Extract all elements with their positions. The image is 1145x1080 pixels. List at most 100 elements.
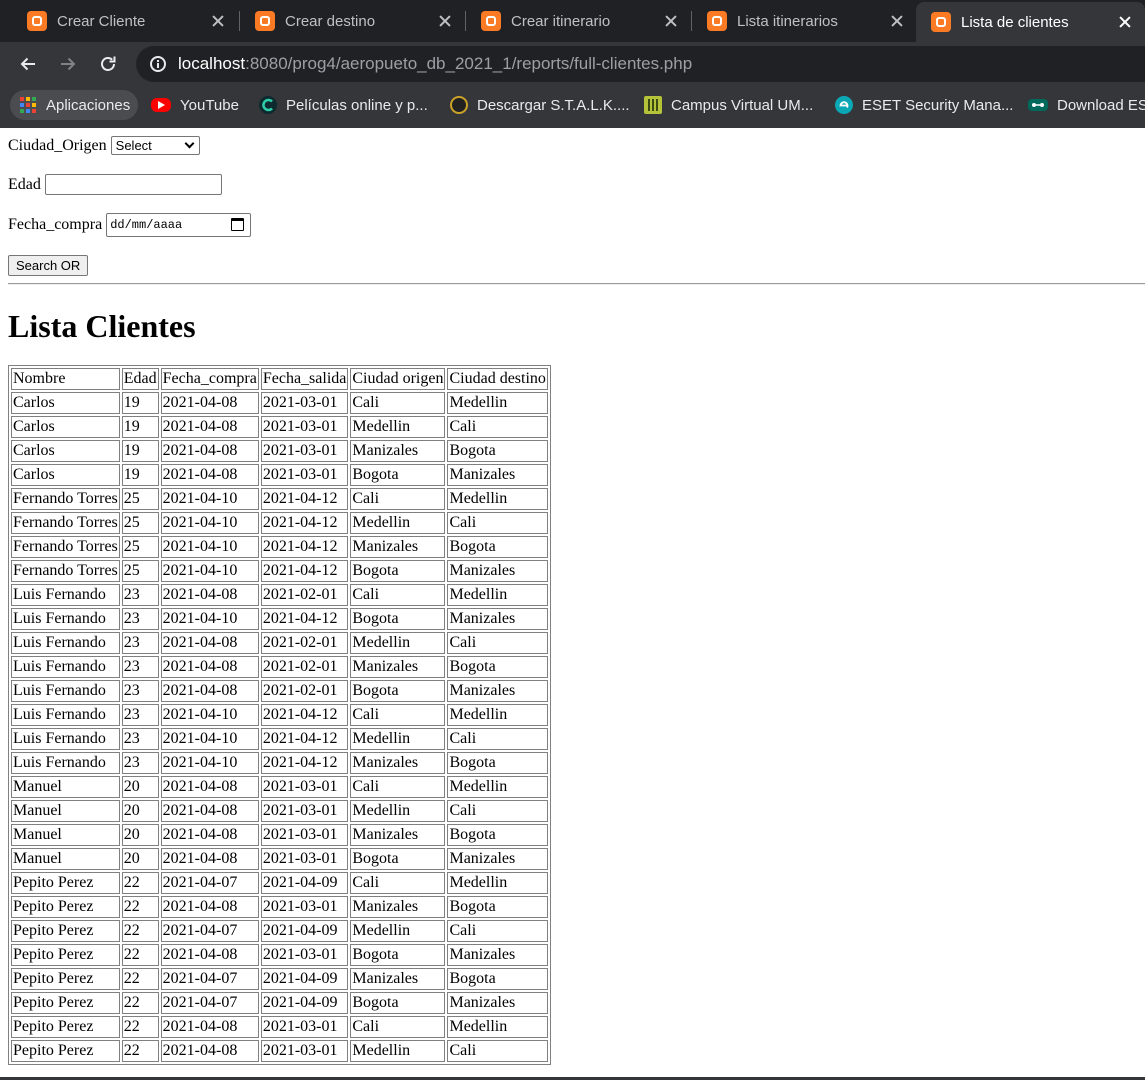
cell-fecha-compra: 2021-04-08 [160, 896, 259, 918]
cell-fecha-salida: 2021-04-09 [260, 872, 349, 894]
bookmark-aplicaciones[interactable]: Aplicaciones [10, 90, 139, 120]
cell-fecha-salida: 2021-04-12 [260, 512, 349, 534]
clientes-table: Nombre Edad Fecha_compra Fecha_salida Ci… [8, 365, 551, 1065]
close-icon[interactable] [437, 13, 453, 29]
close-icon[interactable] [1117, 14, 1133, 30]
cell-nombre: Fernando Torres [11, 488, 120, 510]
tab-crear-itinerario[interactable]: Crear itinerario [466, 0, 691, 42]
cell-ciudad-origen: Cali [350, 872, 446, 894]
table-row: Carlos 19 2021-04-08 2021-03-01 Manizales Bog… [11, 440, 548, 462]
bookmark-download[interactable]: Download ES [1028, 90, 1145, 120]
tab-title: Crear destino [285, 12, 376, 30]
download-icon [1028, 99, 1048, 111]
bookmark-stalker[interactable]: Descargar S.T.A.L.K.... [450, 90, 630, 120]
cell-ciudad-origen: Manizales [350, 752, 446, 774]
bookmark-campus-virtual[interactable]: Campus Virtual UM... [644, 90, 813, 120]
cell-ciudad-destino: Medellin [447, 392, 548, 414]
edad-input[interactable] [44, 174, 222, 195]
cell-ciudad-destino: Manizales [447, 680, 548, 702]
cell-edad: 23 [121, 680, 159, 702]
table-row: Luis Fernando 23 2021-04-08 2021-02-01 Bogot… [11, 680, 548, 702]
bookmark-peliculas[interactable]: Películas online y p... [259, 90, 428, 120]
cell-fecha-compra: 2021-04-08 [160, 656, 259, 678]
cell-fecha-compra: 2021-04-10 [160, 752, 259, 774]
cell-fecha-compra: 2021-04-08 [160, 848, 259, 870]
cell-nombre: Luis Fernando [11, 656, 120, 678]
column-header: Fecha_compra [160, 368, 259, 390]
table-row: Pepito Perez 22 2021-04-08 2021-03-01 Bogota… [11, 944, 548, 966]
cell-fecha-compra: 2021-04-10 [160, 536, 259, 558]
cell-ciudad-origen: Manizales [350, 440, 446, 462]
cell-edad: 23 [121, 704, 159, 726]
forward-button[interactable] [54, 50, 82, 78]
info-icon[interactable] [150, 56, 166, 72]
cell-edad: 23 [121, 584, 159, 606]
table-row: Pepito Perez 22 2021-04-07 2021-04-09 Medell… [11, 920, 548, 942]
table-row: Pepito Perez 22 2021-04-07 2021-04-09 Cali Me… [11, 872, 548, 894]
calendar-icon[interactable] [231, 218, 245, 231]
cell-fecha-salida: 2021-04-12 [260, 488, 349, 510]
cell-nombre: Luis Fernando [11, 632, 120, 654]
cell-fecha-salida: 2021-04-12 [260, 752, 349, 774]
cell-ciudad-origen: Bogota [350, 992, 446, 1014]
cell-ciudad-destino: Bogota [447, 968, 548, 990]
cell-ciudad-origen: Medellin [350, 512, 446, 534]
fecha-compra-label: Fecha_compra [8, 216, 103, 233]
bookmark-youtube[interactable]: YouTube [151, 90, 239, 120]
cell-ciudad-destino: Cali [447, 728, 548, 750]
reload-button[interactable] [94, 50, 122, 78]
tab-crear-destino[interactable]: Crear destino [240, 0, 465, 42]
cell-fecha-compra: 2021-04-08 [160, 392, 259, 414]
close-icon[interactable] [663, 13, 679, 29]
cell-fecha-salida: 2021-03-01 [260, 1040, 349, 1062]
bookmark-eset[interactable]: ESET Security Mana... [835, 90, 1013, 120]
cell-fecha-compra: 2021-04-08 [160, 776, 259, 798]
close-icon[interactable] [210, 13, 226, 29]
cell-fecha-salida: 2021-03-01 [260, 944, 349, 966]
cell-fecha-salida: 2021-02-01 [260, 656, 349, 678]
cell-ciudad-destino: Medellin [447, 776, 548, 798]
close-icon[interactable] [889, 13, 905, 29]
tab-lista-de-clientes[interactable]: Lista de clientes [916, 2, 1145, 42]
cell-ciudad-origen: Manizales [350, 824, 446, 846]
xampp-icon [481, 11, 501, 31]
url-host: localhost [178, 54, 246, 73]
cell-nombre: Manuel [11, 824, 120, 846]
cuevana-icon [259, 96, 277, 114]
table-row: Fernando Torres 25 2021-04-10 2021-04-12 Bog… [11, 560, 548, 582]
cell-nombre: Carlos [11, 464, 120, 486]
cell-edad: 25 [121, 512, 159, 534]
edad-row: Edad [8, 174, 222, 195]
table-row: Carlos 19 2021-04-08 2021-03-01 Bogota Maniza… [11, 464, 548, 486]
cell-edad: 22 [121, 944, 159, 966]
cell-nombre: Manuel [11, 800, 120, 822]
cell-nombre: Pepito Perez [11, 896, 120, 918]
cell-ciudad-origen: Cali [350, 776, 446, 798]
tab-crear-cliente[interactable]: Crear Cliente [12, 0, 238, 42]
cell-fecha-compra: 2021-04-10 [160, 560, 259, 582]
ciudad-origen-select[interactable]: Select [110, 136, 200, 155]
table-row: Manuel 20 2021-04-08 2021-03-01 Bogota Maniza… [11, 848, 548, 870]
cell-ciudad-origen: Cali [350, 1016, 446, 1038]
cell-ciudad-destino: Cali [447, 416, 548, 438]
cell-fecha-compra: 2021-04-08 [160, 800, 259, 822]
search-or-button[interactable]: Search OR [8, 255, 89, 276]
fecha-compra-input[interactable]: dd/mm/aaaa [106, 213, 252, 237]
back-button[interactable] [14, 50, 42, 78]
cell-ciudad-origen: Bogota [350, 848, 446, 870]
column-header: Edad [121, 368, 159, 390]
cell-ciudad-destino: Cali [447, 512, 548, 534]
cell-fecha-compra: 2021-04-07 [160, 992, 259, 1014]
tab-lista-itinerarios[interactable]: Lista itinerarios [692, 0, 917, 42]
cell-ciudad-origen: Bogota [350, 608, 446, 630]
fecha-compra-placeholder: dd/mm/aaaa [110, 218, 183, 232]
cell-nombre: Manuel [11, 848, 120, 870]
cell-fecha-compra: 2021-04-08 [160, 944, 259, 966]
table-row: Luis Fernando 23 2021-04-08 2021-02-01 Maniz… [11, 656, 548, 678]
cell-edad: 19 [121, 440, 159, 462]
tab-strip: Crear Cliente Crear destino Crear itiner… [0, 0, 1145, 42]
cell-edad: 22 [121, 896, 159, 918]
cell-edad: 20 [121, 824, 159, 846]
cell-fecha-salida: 2021-04-12 [260, 728, 349, 750]
address-bar[interactable]: localhost:8080/prog4/aeropueto_db_2021_1… [136, 46, 1145, 82]
